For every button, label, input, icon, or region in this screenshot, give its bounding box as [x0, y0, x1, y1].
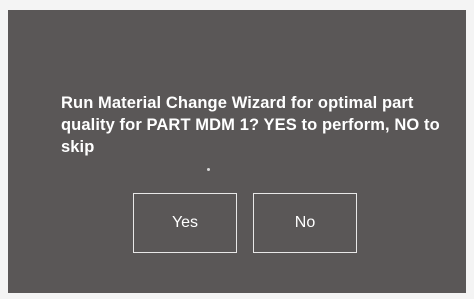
- yes-button[interactable]: Yes: [133, 193, 237, 253]
- material-change-dialog: Run Material Change Wizard for optimal p…: [8, 10, 466, 293]
- no-button[interactable]: No: [253, 193, 357, 253]
- dialog-message: Run Material Change Wizard for optimal p…: [61, 94, 440, 156]
- mouse-cursor-indicator: [207, 168, 210, 171]
